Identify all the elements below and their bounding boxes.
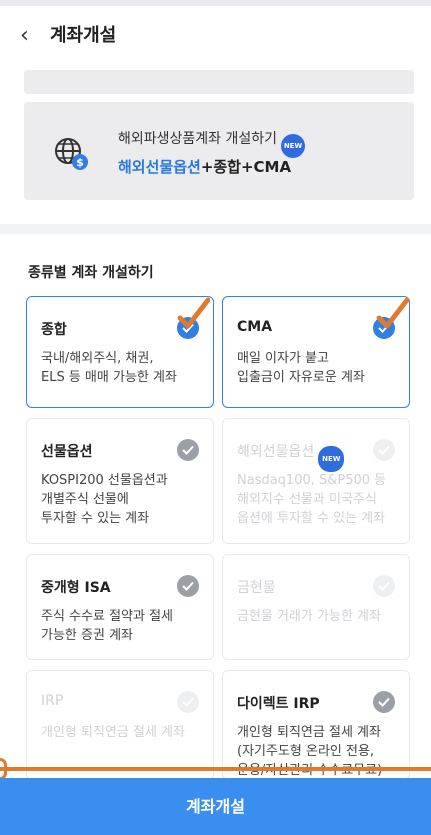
new-badge: NEW	[281, 134, 306, 158]
card-name: IRP	[41, 693, 64, 709]
card-desc: Nasdaq100, S&P500 등 해외지수 선물과 미국주식 옵션에 투자…	[237, 473, 387, 526]
placeholder-banner	[24, 70, 414, 94]
check-icon	[177, 691, 199, 713]
card-name: 금현물	[237, 580, 276, 596]
account-card-isa[interactable]: 중개형 ISA 주식 수수료 절약과 절세 가능한 증권 계좌	[26, 554, 214, 660]
promo-subtitle: 해외선물옵션+종합+CMA	[118, 158, 292, 176]
promo-banner[interactable]: $ 해외파생상품계좌 개설하기 NEW 해외선물옵션+종합+CMA	[24, 102, 414, 200]
card-desc: KOSPI200 선물옵션과 개별주식 선물에 투자할 수 있는 계좌	[41, 473, 168, 526]
account-type-section: 종류별 계좌 개설하기 종합 국내/해외주식, 채권, ELS 등 매매 가능한…	[0, 234, 431, 835]
card-name: 선물옵션	[41, 444, 93, 460]
promo-title: 해외파생상품계좌 개설하기 NEW	[118, 128, 306, 158]
account-card-overseas-futures: 해외선물옵션 NEW Nasdaq100, S&P500 등 해외지수 선물과 미…	[222, 418, 410, 544]
chevron-left-icon[interactable]: ‹	[20, 24, 44, 48]
annotation-underline	[0, 767, 431, 771]
globe-dollar-icon: $	[52, 134, 90, 172]
svg-text:$: $	[76, 156, 84, 169]
open-account-button[interactable]: 계좌개설	[0, 778, 431, 835]
check-icon	[177, 439, 199, 461]
header-section: ‹ 계좌개설 $ 해외파생상품계좌 개설하기 NEW 해외선물옵션+종합+CMA	[0, 6, 431, 224]
card-name: 중개형 ISA	[41, 580, 111, 596]
card-name: CMA	[237, 319, 273, 335]
account-card-futures-options[interactable]: 선물옵션 KOSPI200 선물옵션과 개별주식 선물에 투자할 수 있는 계좌	[26, 418, 214, 544]
card-name: 다이렉트 IRP	[237, 696, 320, 712]
card-desc: 개인형 퇴직연금 절세 계좌 (자기주도형 온라인 전용, 운용/자산관리 수수…	[237, 725, 382, 778]
card-desc: 금현물 거래가 가능한 계좌	[237, 609, 381, 624]
annotation-marker	[0, 758, 7, 780]
annotation-check-icon	[376, 297, 409, 329]
card-desc: 개인형 퇴직연금 절세 계좌	[41, 725, 185, 740]
account-card-gold: 금현물 금현물 거래가 가능한 계좌	[222, 554, 410, 660]
page-title: 계좌개설	[50, 25, 117, 46]
card-desc: 매일 이자가 붙고 입출금이 자유로운 계좌	[237, 351, 365, 385]
check-icon	[373, 439, 395, 461]
check-icon	[373, 575, 395, 597]
card-desc: 주식 수수료 절약과 절세 가능한 증권 계좌	[41, 609, 173, 643]
check-icon	[177, 575, 199, 597]
check-icon	[373, 691, 395, 713]
account-card-direct-irp[interactable]: 다이렉트 IRP 개인형 퇴직연금 절세 계좌 (자기주도형 온라인 전용, 운…	[222, 670, 410, 780]
new-badge: NEW	[318, 446, 345, 472]
annotation-check-icon	[177, 297, 210, 329]
account-card-irp: IRP 개인형 퇴직연금 절세 계좌	[26, 670, 214, 780]
card-name: 종합	[41, 322, 67, 338]
card-name: 해외선물옵션 NEW	[237, 441, 345, 472]
section-title: 종류별 계좌 개설하기	[28, 265, 154, 281]
card-desc: 국내/해외주식, 채권, ELS 등 매매 가능한 계좌	[41, 351, 177, 385]
